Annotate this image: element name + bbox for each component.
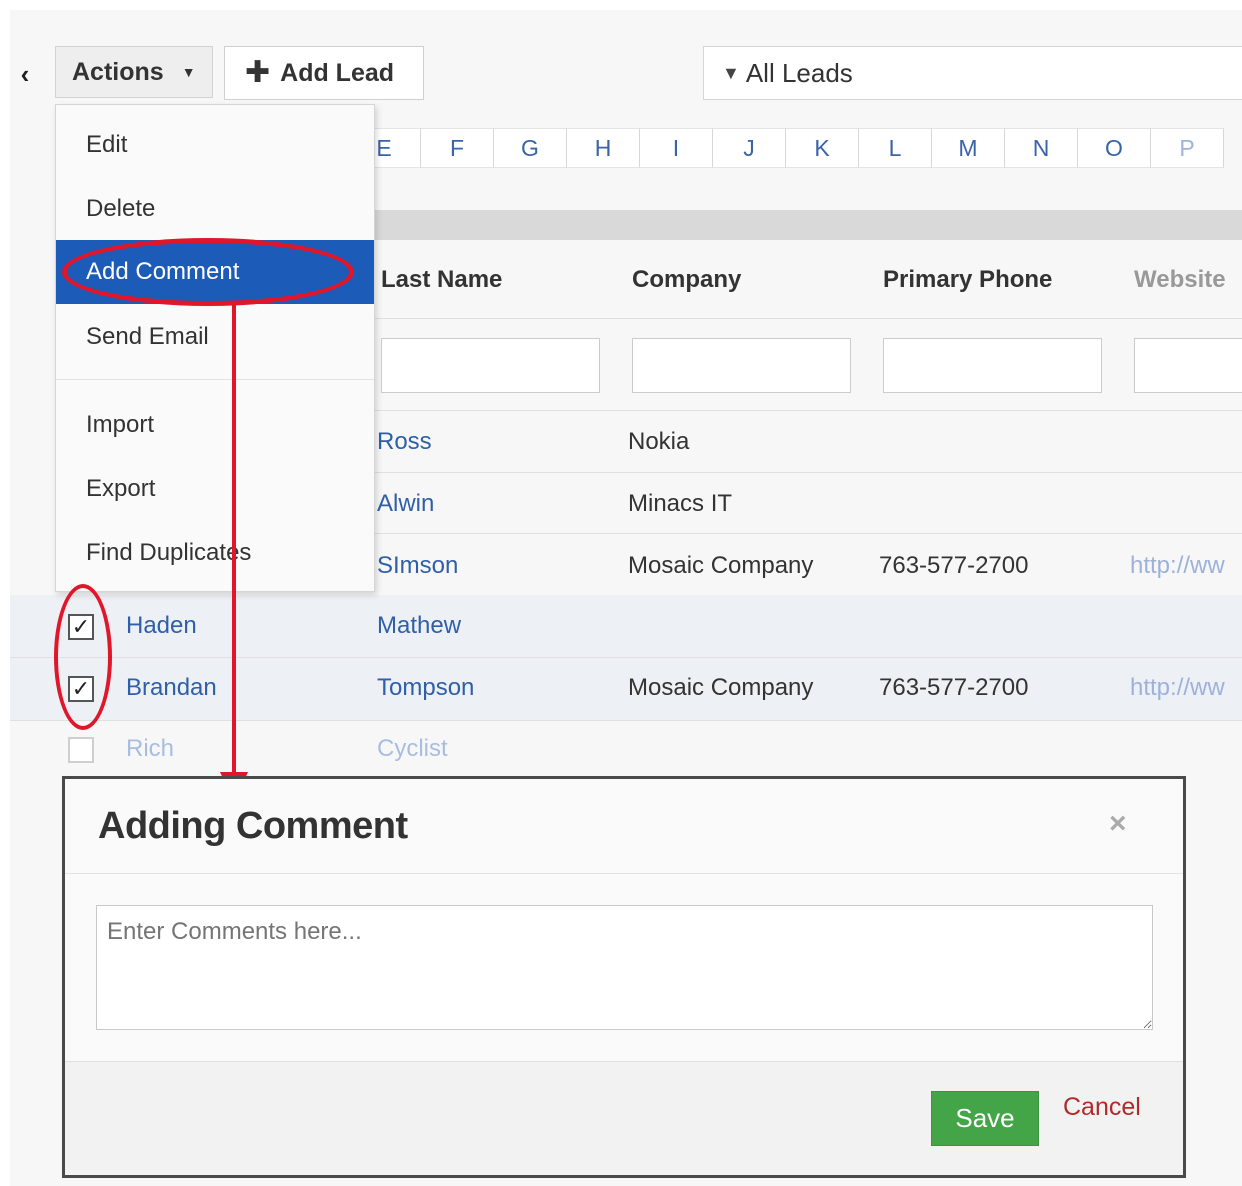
website-filter-input[interactable]: [1134, 338, 1242, 393]
table-row-last-name[interactable]: Cyclist: [377, 735, 448, 763]
phone-filter-input[interactable]: [883, 338, 1102, 393]
table-row-last-name[interactable]: Mathew: [377, 612, 461, 640]
menu-divider: [56, 379, 374, 380]
table-row-first-name[interactable]: Brandan: [126, 674, 217, 702]
table-row-website[interactable]: http://ww: [1130, 552, 1225, 580]
alpha-letter-g[interactable]: G: [494, 128, 567, 168]
annotation-arrow-line: [232, 305, 236, 777]
leads-filter-select[interactable]: ▼ All Leads: [703, 46, 1242, 100]
menu-item-import[interactable]: Import: [56, 393, 374, 457]
chevron-left-icon[interactable]: ‹: [10, 46, 40, 102]
alpha-letter-h[interactable]: H: [567, 128, 640, 168]
add-lead-button[interactable]: ✚ Add Lead: [224, 46, 424, 100]
save-button[interactable]: Save: [931, 1091, 1039, 1146]
alpha-letter-j[interactable]: J: [713, 128, 786, 168]
alpha-letter-p[interactable]: P: [1151, 128, 1224, 168]
comment-textarea[interactable]: [96, 905, 1153, 1030]
table-row-company: Mosaic Company: [628, 552, 814, 579]
plus-icon: ✚: [245, 56, 271, 89]
screenshot-canvas: ‹ Actions ▼ ✚ Add Lead ▼ All Leads E F G…: [0, 0, 1242, 1186]
actions-button-label: Actions: [72, 57, 164, 86]
table-row-last-name[interactable]: Alwin: [377, 490, 434, 518]
company-filter-input[interactable]: [632, 338, 851, 393]
caret-down-icon: ▼: [181, 64, 196, 80]
table-row-last-name[interactable]: Ross: [377, 428, 432, 456]
cancel-link[interactable]: Cancel: [1063, 1093, 1141, 1122]
dialog-title: Adding Comment: [98, 805, 408, 847]
alpha-letter-m[interactable]: M: [932, 128, 1005, 168]
menu-item-export[interactable]: Export: [56, 457, 374, 521]
column-header-website[interactable]: Website: [1134, 266, 1226, 294]
alpha-letter-i[interactable]: I: [640, 128, 713, 168]
column-header-last-name[interactable]: Last Name: [381, 266, 502, 294]
annotation-ring-add-comment: [62, 238, 354, 306]
table-row-company: Nokia: [628, 428, 690, 455]
menu-item-edit[interactable]: Edit: [56, 113, 374, 177]
actions-dropdown-menu: Edit Delete Add Comment Send Email Impor…: [55, 104, 375, 592]
dialog-header-divider: [65, 873, 1183, 874]
menu-item-find-duplicates[interactable]: Find Duplicates: [56, 521, 374, 585]
table-row-phone: 763-577-2700: [879, 674, 1029, 701]
table-toolbar-band: [348, 210, 1242, 240]
table-row-last-name[interactable]: SImson: [377, 552, 458, 580]
table-row-phone: 763-577-2700: [879, 552, 1029, 579]
alpha-letter-f[interactable]: F: [421, 128, 494, 168]
row-divider: [10, 657, 1242, 658]
row-divider: [348, 410, 1242, 411]
row-divider: [348, 472, 1242, 473]
menu-item-delete[interactable]: Delete: [56, 177, 374, 241]
table-row-website[interactable]: http://ww: [1130, 674, 1225, 702]
header-divider: [348, 318, 1242, 319]
add-lead-label: Add Lead: [280, 58, 395, 87]
alpha-letter-o[interactable]: O: [1078, 128, 1151, 168]
menu-item-send-email[interactable]: Send Email: [56, 305, 374, 369]
table-row-first-name[interactable]: Haden: [126, 612, 197, 640]
alpha-letter-n[interactable]: N: [1005, 128, 1078, 168]
row-divider: [348, 533, 1242, 534]
actions-button[interactable]: Actions ▼: [55, 46, 213, 98]
funnel-icon: ▼: [722, 62, 740, 83]
adding-comment-dialog: Adding Comment × Save Cancel: [62, 776, 1186, 1178]
close-icon[interactable]: ×: [1109, 807, 1127, 841]
table-row-last-name[interactable]: Tompson: [377, 674, 474, 702]
alpha-letter-k[interactable]: K: [786, 128, 859, 168]
annotation-ring-checkboxes: [54, 584, 112, 730]
alpha-letter-l[interactable]: L: [859, 128, 932, 168]
row-divider: [10, 720, 1242, 721]
column-header-company[interactable]: Company: [632, 266, 741, 294]
leads-filter-label: All Leads: [745, 57, 853, 88]
table-row-company: Minacs IT: [628, 490, 733, 517]
table-row-company: Mosaic Company: [628, 674, 814, 701]
row-select-checkbox[interactable]: [68, 737, 94, 763]
alphabet-filter-bar: E F G H I J K L M N O P: [348, 128, 1224, 168]
column-header-primary-phone[interactable]: Primary Phone: [883, 266, 1052, 294]
table-row-first-name[interactable]: Rich: [126, 735, 174, 763]
last-name-filter-input[interactable]: [381, 338, 600, 393]
